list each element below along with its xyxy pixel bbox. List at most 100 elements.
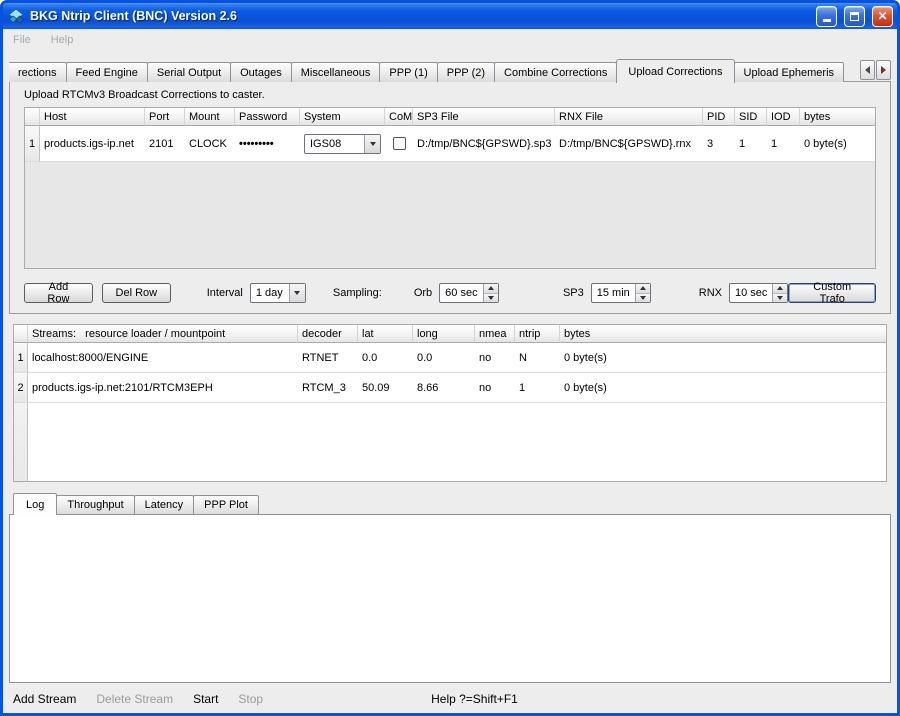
- tab-outages[interactable]: Outages: [230, 62, 292, 82]
- column-header-port[interactable]: Port: [145, 108, 185, 126]
- custom-trafo-button[interactable]: Custom Trafo: [788, 283, 876, 303]
- table-row[interactable]: 2 products.igs-ip.net:2101/RTCM3EPH RTCM…: [14, 373, 886, 403]
- com-checkbox[interactable]: [393, 137, 406, 150]
- minimize-button[interactable]: [816, 6, 837, 27]
- stop-button[interactable]: Stop: [238, 692, 263, 706]
- column-header-bytes[interactable]: bytes: [560, 325, 886, 343]
- tab-ppp-2[interactable]: PPP (2): [437, 62, 495, 82]
- arrow-up-icon: [488, 286, 494, 290]
- password-cell[interactable]: •••••••••: [235, 126, 300, 162]
- tab-upload-corrections[interactable]: Upload Corrections: [616, 59, 734, 83]
- long-cell[interactable]: 8.66: [413, 373, 475, 403]
- column-header-rownum: [14, 325, 28, 343]
- spin-down-button[interactable]: [773, 293, 787, 303]
- add-stream-button[interactable]: Add Stream: [13, 692, 76, 706]
- nmea-cell[interactable]: no: [475, 343, 515, 373]
- decoder-cell[interactable]: RTNET: [298, 343, 358, 373]
- tab-latency[interactable]: Latency: [134, 495, 195, 514]
- spin-down-button[interactable]: [636, 293, 650, 303]
- panel-description: Upload RTCMv3 Broadcast Corrections to c…: [24, 89, 878, 101]
- sp3-spinbox[interactable]: 15 min: [591, 283, 651, 303]
- spin-up-button[interactable]: [773, 284, 787, 293]
- column-header-com[interactable]: CoM: [385, 108, 413, 126]
- delete-stream-button[interactable]: Delete Stream: [96, 692, 173, 706]
- tab-log[interactable]: Log: [13, 493, 57, 515]
- mountpoint-cell[interactable]: products.igs-ip.net:2101/RTCM3EPH: [28, 373, 298, 403]
- combobox-dropdown-button[interactable]: [364, 135, 380, 153]
- nmea-cell[interactable]: no: [475, 373, 515, 403]
- tab-serial-output[interactable]: Serial Output: [147, 62, 231, 82]
- system-cell: IGS08: [300, 126, 385, 162]
- spin-up-button[interactable]: [484, 284, 498, 293]
- column-header-password[interactable]: Password: [235, 108, 300, 126]
- column-header-pid[interactable]: PID: [703, 108, 735, 126]
- tab-broadcast-corrections[interactable]: rections: [9, 62, 67, 82]
- orb-spinbox[interactable]: 60 sec: [439, 283, 499, 303]
- tab-throughput[interactable]: Throughput: [56, 495, 134, 514]
- long-cell[interactable]: 0.0: [413, 343, 475, 373]
- menu-help[interactable]: Help: [49, 32, 84, 48]
- interval-dropdown-button[interactable]: [289, 284, 305, 302]
- interval-label: Interval: [207, 287, 243, 299]
- decoder-cell[interactable]: RTCM_3: [298, 373, 358, 403]
- rnx-spinbox[interactable]: 10 sec: [729, 283, 788, 303]
- column-header-long[interactable]: long: [413, 325, 475, 343]
- sp3-file-cell[interactable]: D:/tmp/BNC${GPSWD}.sp3: [413, 126, 555, 162]
- mount-cell[interactable]: CLOCK: [185, 126, 235, 162]
- spin-down-button[interactable]: [484, 293, 498, 303]
- iod-cell[interactable]: 1: [767, 126, 800, 162]
- log-output[interactable]: [9, 514, 891, 683]
- column-header-lat[interactable]: lat: [358, 325, 413, 343]
- window-title: BKG Ntrip Client (BNC) Version 2.6: [30, 9, 809, 23]
- spin-up-button[interactable]: [636, 284, 650, 293]
- rnx-file-cell[interactable]: D:/tmp/BNC${GPSWD}.rnx: [555, 126, 703, 162]
- system-combobox[interactable]: IGS08: [304, 134, 381, 154]
- left-arrow-icon: [865, 66, 870, 74]
- add-row-button[interactable]: Add Row: [24, 283, 93, 303]
- lat-cell[interactable]: 0.0: [358, 343, 413, 373]
- app-icon: [8, 8, 25, 25]
- column-header-rnx-file[interactable]: RNX File: [555, 108, 703, 126]
- column-header-iod[interactable]: IOD: [767, 108, 800, 126]
- tab-ppp-plot[interactable]: PPP Plot: [193, 495, 259, 514]
- tab-ppp-1[interactable]: PPP (1): [379, 62, 437, 82]
- column-header-sp3-file[interactable]: SP3 File: [413, 108, 555, 126]
- right-arrow-icon: [881, 66, 886, 74]
- column-header-sid[interactable]: SID: [735, 108, 767, 126]
- menu-file[interactable]: File: [11, 32, 41, 48]
- maximize-button[interactable]: [844, 6, 865, 27]
- title-bar[interactable]: BKG Ntrip Client (BNC) Version 2.6 ✕: [3, 3, 897, 29]
- tab-miscellaneous[interactable]: Miscellaneous: [291, 62, 381, 82]
- tab-scroll-left-button[interactable]: [860, 60, 875, 80]
- column-header-nmea[interactable]: nmea: [475, 325, 515, 343]
- sid-cell[interactable]: 1: [735, 126, 767, 162]
- upload-controls: Add Row Del Row Interval 1 day Sampling:…: [22, 283, 878, 303]
- column-header-mountpoint[interactable]: Streams: resource loader / mountpoint: [28, 325, 298, 343]
- table-row[interactable]: 1 localhost:8000/ENGINE RTNET 0.0 0.0 no…: [14, 343, 886, 373]
- mountpoint-cell[interactable]: localhost:8000/ENGINE: [28, 343, 298, 373]
- sampling-label: Sampling:: [333, 287, 382, 299]
- status-bar: Add Stream Delete Stream Start Stop Help…: [3, 685, 897, 713]
- tab-feed-engine[interactable]: Feed Engine: [66, 62, 148, 82]
- pid-cell[interactable]: 3: [703, 126, 735, 162]
- port-cell[interactable]: 2101: [145, 126, 185, 162]
- interval-combobox[interactable]: 1 day: [250, 283, 306, 303]
- column-header-bytes[interactable]: bytes: [800, 108, 875, 126]
- ntrip-cell[interactable]: 1: [515, 373, 560, 403]
- ntrip-cell[interactable]: N: [515, 343, 560, 373]
- start-button[interactable]: Start: [193, 692, 218, 706]
- column-header-decoder[interactable]: decoder: [298, 325, 358, 343]
- tab-combine-corrections[interactable]: Combine Corrections: [494, 62, 617, 82]
- upload-corrections-panel: Upload RTCMv3 Broadcast Corrections to c…: [9, 81, 891, 314]
- tab-scroll-right-button[interactable]: [876, 60, 891, 80]
- del-row-button[interactable]: Del Row: [102, 283, 171, 303]
- column-header-ntrip[interactable]: ntrip: [515, 325, 560, 343]
- bytes-cell: 0 byte(s): [800, 126, 875, 162]
- tab-upload-ephemeris[interactable]: Upload Ephemeris: [734, 62, 845, 82]
- close-button[interactable]: ✕: [872, 6, 893, 27]
- column-header-mount[interactable]: Mount: [185, 108, 235, 126]
- host-cell[interactable]: products.igs-ip.net: [40, 126, 145, 162]
- lat-cell[interactable]: 50.09: [358, 373, 413, 403]
- column-header-system[interactable]: System: [300, 108, 385, 126]
- column-header-host[interactable]: Host: [40, 108, 145, 126]
